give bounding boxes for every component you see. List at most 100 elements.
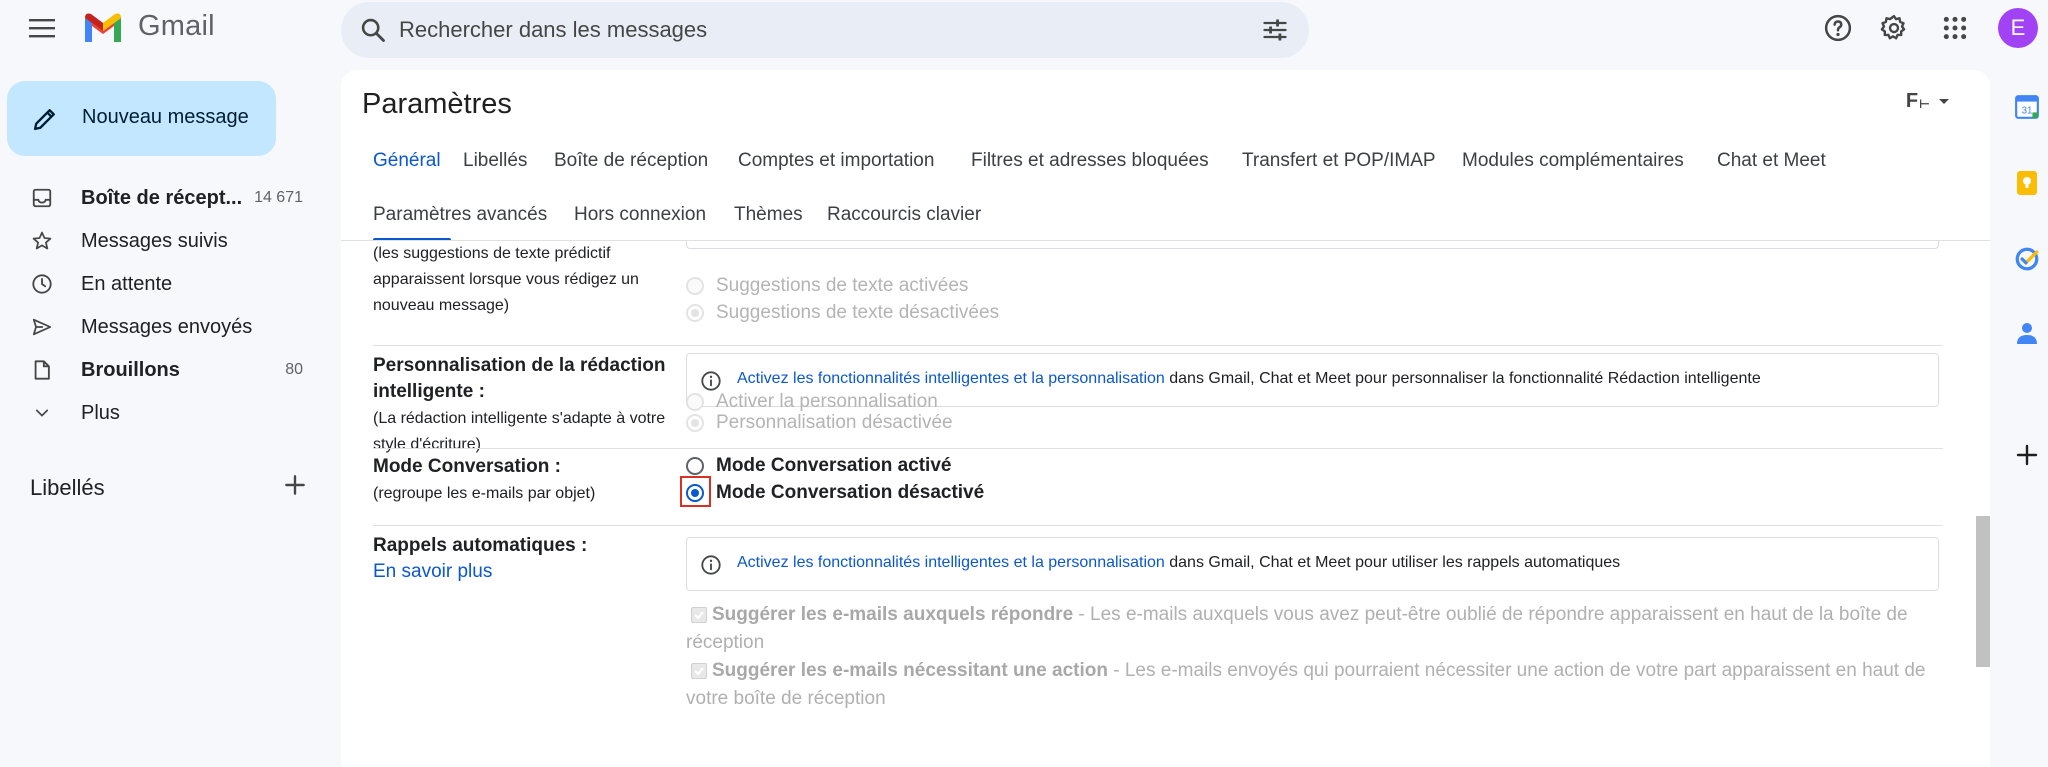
- app-name: Gmail: [138, 10, 215, 42]
- sidebar-item-drafts[interactable]: Brouillons 80: [0, 350, 320, 390]
- help-button[interactable]: [1820, 10, 1856, 46]
- tab-filters[interactable]: Filtres et adresses bloquées: [971, 150, 1209, 172]
- tab-inbox[interactable]: Boîte de réception: [554, 150, 708, 172]
- plus-icon: [2016, 444, 2038, 466]
- suggest-reply-text: Suggérer les e-mails auxquels répondre -…: [686, 604, 1908, 653]
- smart-compose-label: Personnalisation de la rédaction intelli…: [373, 355, 666, 402]
- gmail-m-icon: [85, 13, 121, 42]
- nudges-info-box: Activez les fonctionnalités intelligente…: [686, 537, 1939, 591]
- info-icon: [701, 555, 721, 575]
- main-menu-button[interactable]: [26, 12, 58, 44]
- clock-icon: [30, 272, 54, 296]
- send-icon: [30, 315, 54, 339]
- sidebar-item-more[interactable]: Plus: [0, 393, 320, 433]
- smart-features-link[interactable]: Activez les fonctionnalités intelligente…: [737, 370, 1165, 387]
- sidebar-item-snoozed[interactable]: En attente: [0, 264, 320, 304]
- suggest-followup-text: Suggérer les e-mails nécessitant une act…: [686, 660, 1926, 709]
- tab-labels[interactable]: Libellés: [463, 150, 527, 172]
- sidebar-item-label: Plus: [81, 402, 120, 424]
- contacts-person-icon: [2017, 323, 2037, 344]
- inbox-icon: [30, 186, 54, 210]
- tab-advanced[interactable]: Paramètres avancés: [373, 204, 547, 226]
- tab-shortcuts[interactable]: Raccourcis clavier: [827, 204, 981, 226]
- account-avatar[interactable]: E: [1998, 8, 2038, 48]
- help-icon: [1824, 14, 1852, 42]
- radio-button[interactable]: [686, 304, 704, 322]
- sidebar-item-label: Messages envoyés: [81, 316, 253, 338]
- settings-button[interactable]: [1876, 10, 1912, 46]
- labels-heading: Libellés: [30, 475, 105, 500]
- radio-button[interactable]: [686, 457, 704, 475]
- settings-content: (les suggestions de texte prédictif appa…: [341, 241, 1990, 767]
- tasks-app-button[interactable]: [2012, 244, 2042, 274]
- compose-button[interactable]: Nouveau message: [7, 81, 276, 156]
- drafts-count: 80: [285, 361, 303, 378]
- gear-icon: [1880, 14, 1906, 40]
- apps-button[interactable]: [1937, 10, 1973, 46]
- unread-count: 14 671: [254, 189, 303, 206]
- sidebar-item-sent[interactable]: Messages envoyés: [0, 307, 320, 347]
- predictive-text-description: (les suggestions de texte prédictif appa…: [373, 245, 639, 314]
- tab-offline[interactable]: Hors connexion: [574, 204, 706, 226]
- plus-icon: [285, 475, 305, 495]
- smart-features-link[interactable]: Activez les fonctionnalités intelligente…: [737, 554, 1165, 571]
- info-icon: [701, 371, 721, 391]
- search-bar[interactable]: [341, 2, 1309, 58]
- search-icon[interactable]: [359, 16, 387, 44]
- predictive-text-on-option[interactable]: Suggestions de texte activées: [686, 275, 968, 297]
- hamburger-icon: [29, 19, 55, 38]
- sidebar-item-label: Brouillons: [81, 359, 180, 381]
- search-input[interactable]: [399, 2, 1219, 58]
- apps-grid-icon: [1943, 16, 1967, 40]
- radio-button[interactable]: [686, 414, 704, 432]
- conversation-view-on-option[interactable]: Mode Conversation activé: [686, 455, 951, 477]
- svg-text:31: 31: [2022, 106, 2033, 117]
- radio-button[interactable]: [686, 277, 704, 295]
- get-addons-button[interactable]: [2012, 440, 2042, 470]
- row-divider: [373, 525, 1943, 526]
- tab-forwarding[interactable]: Transfert et POP/IMAP: [1242, 150, 1436, 172]
- keep-app-button[interactable]: [2012, 168, 2042, 198]
- tab-accounts[interactable]: Comptes et importation: [738, 150, 934, 172]
- compose-label: Nouveau message: [82, 106, 249, 128]
- tab-chat-meet[interactable]: Chat et Meet: [1717, 150, 1826, 172]
- learn-more-link[interactable]: En savoir plus: [373, 561, 492, 583]
- keep-lightbulb-icon: [2017, 171, 2037, 195]
- info-message: Activez les fonctionnalités intelligente…: [737, 370, 1761, 387]
- sidebar-item-starred[interactable]: Messages suivis: [0, 221, 320, 261]
- sidebar-item-label: Messages suivis: [81, 230, 228, 252]
- tab-themes[interactable]: Thèmes: [734, 204, 803, 226]
- pencil-icon: [33, 109, 55, 131]
- tab-addons[interactable]: Modules complémentaires: [1462, 150, 1684, 172]
- top-bar: Gmail E: [0, 0, 2048, 58]
- input-tools-button[interactable]: F ⊢: [1906, 90, 1950, 113]
- personalization-on-option[interactable]: Activer la personnalisation: [686, 391, 938, 413]
- chevron-down-icon: [30, 401, 54, 425]
- search-options-icon[interactable]: [1261, 16, 1289, 44]
- sidebar-item-label: Boîte de récept...: [81, 187, 243, 209]
- draft-file-icon: [30, 358, 54, 382]
- settings-panel: Paramètres F ⊢ Général Libellés Boîte de…: [341, 70, 1990, 767]
- conversation-view-off-option[interactable]: Mode Conversation désactivé: [686, 482, 984, 504]
- predictive-text-off-option[interactable]: Suggestions de texte désactivées: [686, 302, 999, 324]
- create-label-button[interactable]: [282, 472, 308, 498]
- input-tools-glyph-icon: ⊢: [1919, 96, 1930, 111]
- calendar-app-button[interactable]: 31: [2012, 92, 2042, 122]
- tab-general[interactable]: Général: [373, 150, 441, 172]
- smart-compose-description: (La rédaction intelligente s'adapte à vo…: [373, 410, 666, 453]
- radio-button[interactable]: [686, 393, 704, 411]
- contacts-app-button[interactable]: [2012, 318, 2042, 348]
- page-title: Paramètres: [362, 88, 512, 120]
- personalization-off-option[interactable]: Personnalisation désactivée: [686, 412, 953, 434]
- star-icon: [30, 229, 54, 253]
- sidebar-item-inbox[interactable]: Boîte de récept... 14 671: [0, 178, 320, 218]
- conversation-view-label: Mode Conversation :: [373, 456, 561, 477]
- row-divider: [373, 345, 1943, 346]
- tasks-check-icon: [2015, 247, 2039, 271]
- caret-down-icon: [1939, 98, 1949, 104]
- gmail-logo[interactable]: Gmail: [82, 10, 215, 43]
- highlight-annotation-box: [680, 476, 711, 507]
- nudges-label: Rappels automatiques :: [373, 535, 588, 556]
- info-message: Activez les fonctionnalités intelligente…: [737, 554, 1621, 571]
- settings-scrollbar[interactable]: [1976, 516, 1990, 667]
